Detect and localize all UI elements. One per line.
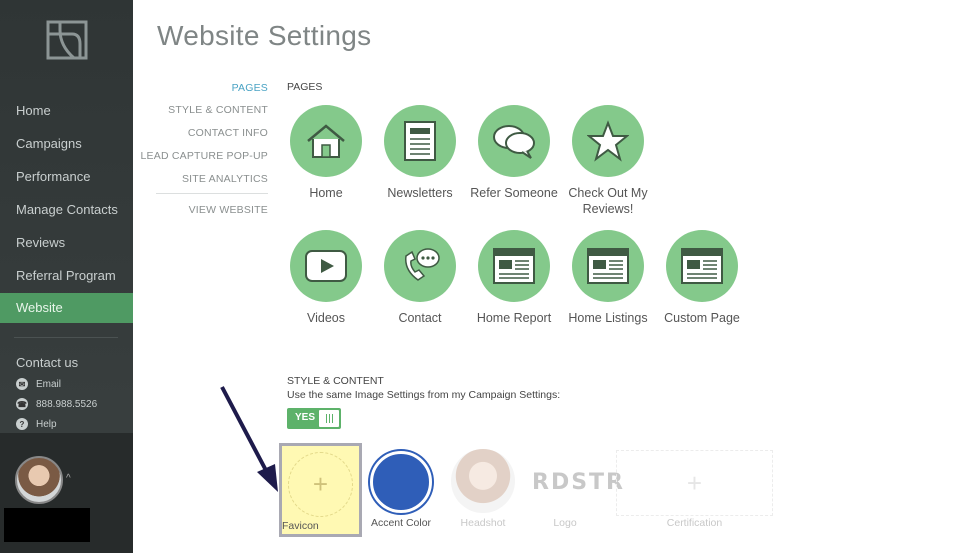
subnav-divider xyxy=(156,193,268,194)
house-icon xyxy=(307,124,345,158)
browser-page-icon xyxy=(587,248,629,284)
style-content-section-label: STYLE & CONTENT xyxy=(287,375,384,387)
page-tile-label: Home xyxy=(309,186,343,200)
contact-help-link[interactable]: ? Help xyxy=(16,416,57,432)
sidebar-item-referral-program[interactable]: Referral Program xyxy=(0,261,133,291)
page-tile-refer-someone[interactable]: Refer Someone xyxy=(469,105,559,201)
sidebar-divider xyxy=(14,337,118,338)
page-tile-label: Home Report xyxy=(476,311,552,325)
page-tile-label: Refer Someone xyxy=(470,186,558,200)
sidebar-item-website[interactable]: Website xyxy=(0,293,133,323)
logo-image[interactable]: RDSTR xyxy=(532,470,625,495)
page-tile-circle[interactable] xyxy=(666,230,738,302)
page-tile-newsletters[interactable]: Newsletters xyxy=(375,105,465,201)
user-menu[interactable]: ^ xyxy=(0,433,133,553)
accent-color-swatch[interactable] xyxy=(370,451,432,513)
sidebar-item-performance[interactable]: Performance xyxy=(0,162,133,192)
page-tile-label: Contact xyxy=(398,311,442,325)
chat-bubbles-icon xyxy=(493,125,535,159)
star-icon xyxy=(587,120,629,162)
page-tile-label: Videos xyxy=(307,311,345,325)
subnav-pages[interactable]: PAGES xyxy=(232,82,268,94)
browser-page-icon xyxy=(681,248,723,284)
page-title: Website Settings xyxy=(157,20,372,51)
page-tile-label: Check Out My Reviews! xyxy=(568,186,648,216)
page-tile-home[interactable]: Home xyxy=(281,105,371,201)
newsletter-icon xyxy=(404,121,436,161)
toggle-knob[interactable] xyxy=(319,410,339,427)
subnav-site-analytics[interactable]: SITE ANALYTICS xyxy=(182,173,268,185)
phone-icon: ☎ xyxy=(16,398,28,410)
contact-phone-link[interactable]: ☎ 888.988.5526 xyxy=(16,396,97,412)
contact-email-label: Email xyxy=(36,378,62,390)
logo-label: Logo xyxy=(553,517,577,529)
sidebar-item-campaigns[interactable]: Campaigns xyxy=(0,129,133,159)
contact-phone-label: 888.988.5526 xyxy=(36,398,98,410)
contact-us-heading: Contact us xyxy=(16,355,79,370)
contact-email-link[interactable]: ✉ Email xyxy=(16,376,61,392)
page-tile-circle[interactable] xyxy=(478,105,550,177)
page-tile-contact[interactable]: Contact xyxy=(375,230,465,326)
subnav-view-website[interactable]: VIEW WEBSITE xyxy=(189,204,268,216)
add-icon[interactable]: + xyxy=(288,452,353,517)
favicon-label: Favicon xyxy=(282,520,319,532)
headshot-image[interactable] xyxy=(451,449,515,513)
sidebar-item-reviews[interactable]: Reviews xyxy=(0,228,133,258)
pages-section-label: PAGES xyxy=(287,81,323,93)
subnav-style-content[interactable]: STYLE & CONTENT xyxy=(168,104,268,116)
page-tile-circle[interactable] xyxy=(478,230,550,302)
subnav-lead-capture[interactable]: LEAD CAPTURE POP-UP xyxy=(141,150,269,162)
favicon-upload[interactable]: + Favicon xyxy=(279,443,362,537)
mail-icon: ✉ xyxy=(16,378,28,390)
page-tile-label: Home Listings xyxy=(568,311,648,325)
accent-color-label: Accent Color xyxy=(370,517,432,529)
logo-icon[interactable] xyxy=(46,20,88,60)
contact-help-label: Help xyxy=(36,418,57,430)
browser-page-icon xyxy=(493,248,535,284)
page-tile-circle[interactable] xyxy=(290,230,362,302)
avatar[interactable] xyxy=(15,456,63,504)
phone-chat-icon xyxy=(405,248,440,281)
add-icon[interactable]: + xyxy=(687,468,702,499)
page-tile-label: Custom Page xyxy=(664,311,740,325)
sidebar: Home Campaigns Performance Manage Contac… xyxy=(0,0,133,553)
same-settings-toggle[interactable]: YES xyxy=(287,408,341,429)
chevron-up-icon[interactable]: ^ xyxy=(66,473,71,484)
page-tile-circle[interactable] xyxy=(290,105,362,177)
sidebar-item-manage-contacts[interactable]: Manage Contacts xyxy=(0,195,133,225)
headshot-label: Headshot xyxy=(460,517,506,529)
page-tile-videos[interactable]: Videos xyxy=(281,230,371,326)
sidebar-item-home[interactable]: Home xyxy=(0,96,133,126)
play-icon xyxy=(305,250,347,282)
subnav-contact-info[interactable]: CONTACT INFO xyxy=(188,127,268,139)
page-tile-home-listings[interactable]: Home Listings xyxy=(563,230,653,326)
page-tile-circle[interactable] xyxy=(572,230,644,302)
redacted-username xyxy=(4,508,90,542)
page-tile-circle[interactable] xyxy=(384,230,456,302)
page-tile-custom-page[interactable]: Custom Page xyxy=(657,230,747,326)
certification-label: Certification xyxy=(666,517,723,529)
page-tile-circle[interactable] xyxy=(384,105,456,177)
certification-upload[interactable]: + xyxy=(616,450,773,516)
page-tile-home-report[interactable]: Home Report xyxy=(469,230,559,326)
toggle-label: YES xyxy=(295,412,316,423)
same-settings-text: Use the same Image Settings from my Camp… xyxy=(287,389,561,401)
page-tile-label: Newsletters xyxy=(387,186,453,200)
page-tile-check-out-reviews[interactable]: Check Out My Reviews! xyxy=(563,105,653,217)
page-tile-circle[interactable] xyxy=(572,105,644,177)
help-icon: ? xyxy=(16,418,28,430)
